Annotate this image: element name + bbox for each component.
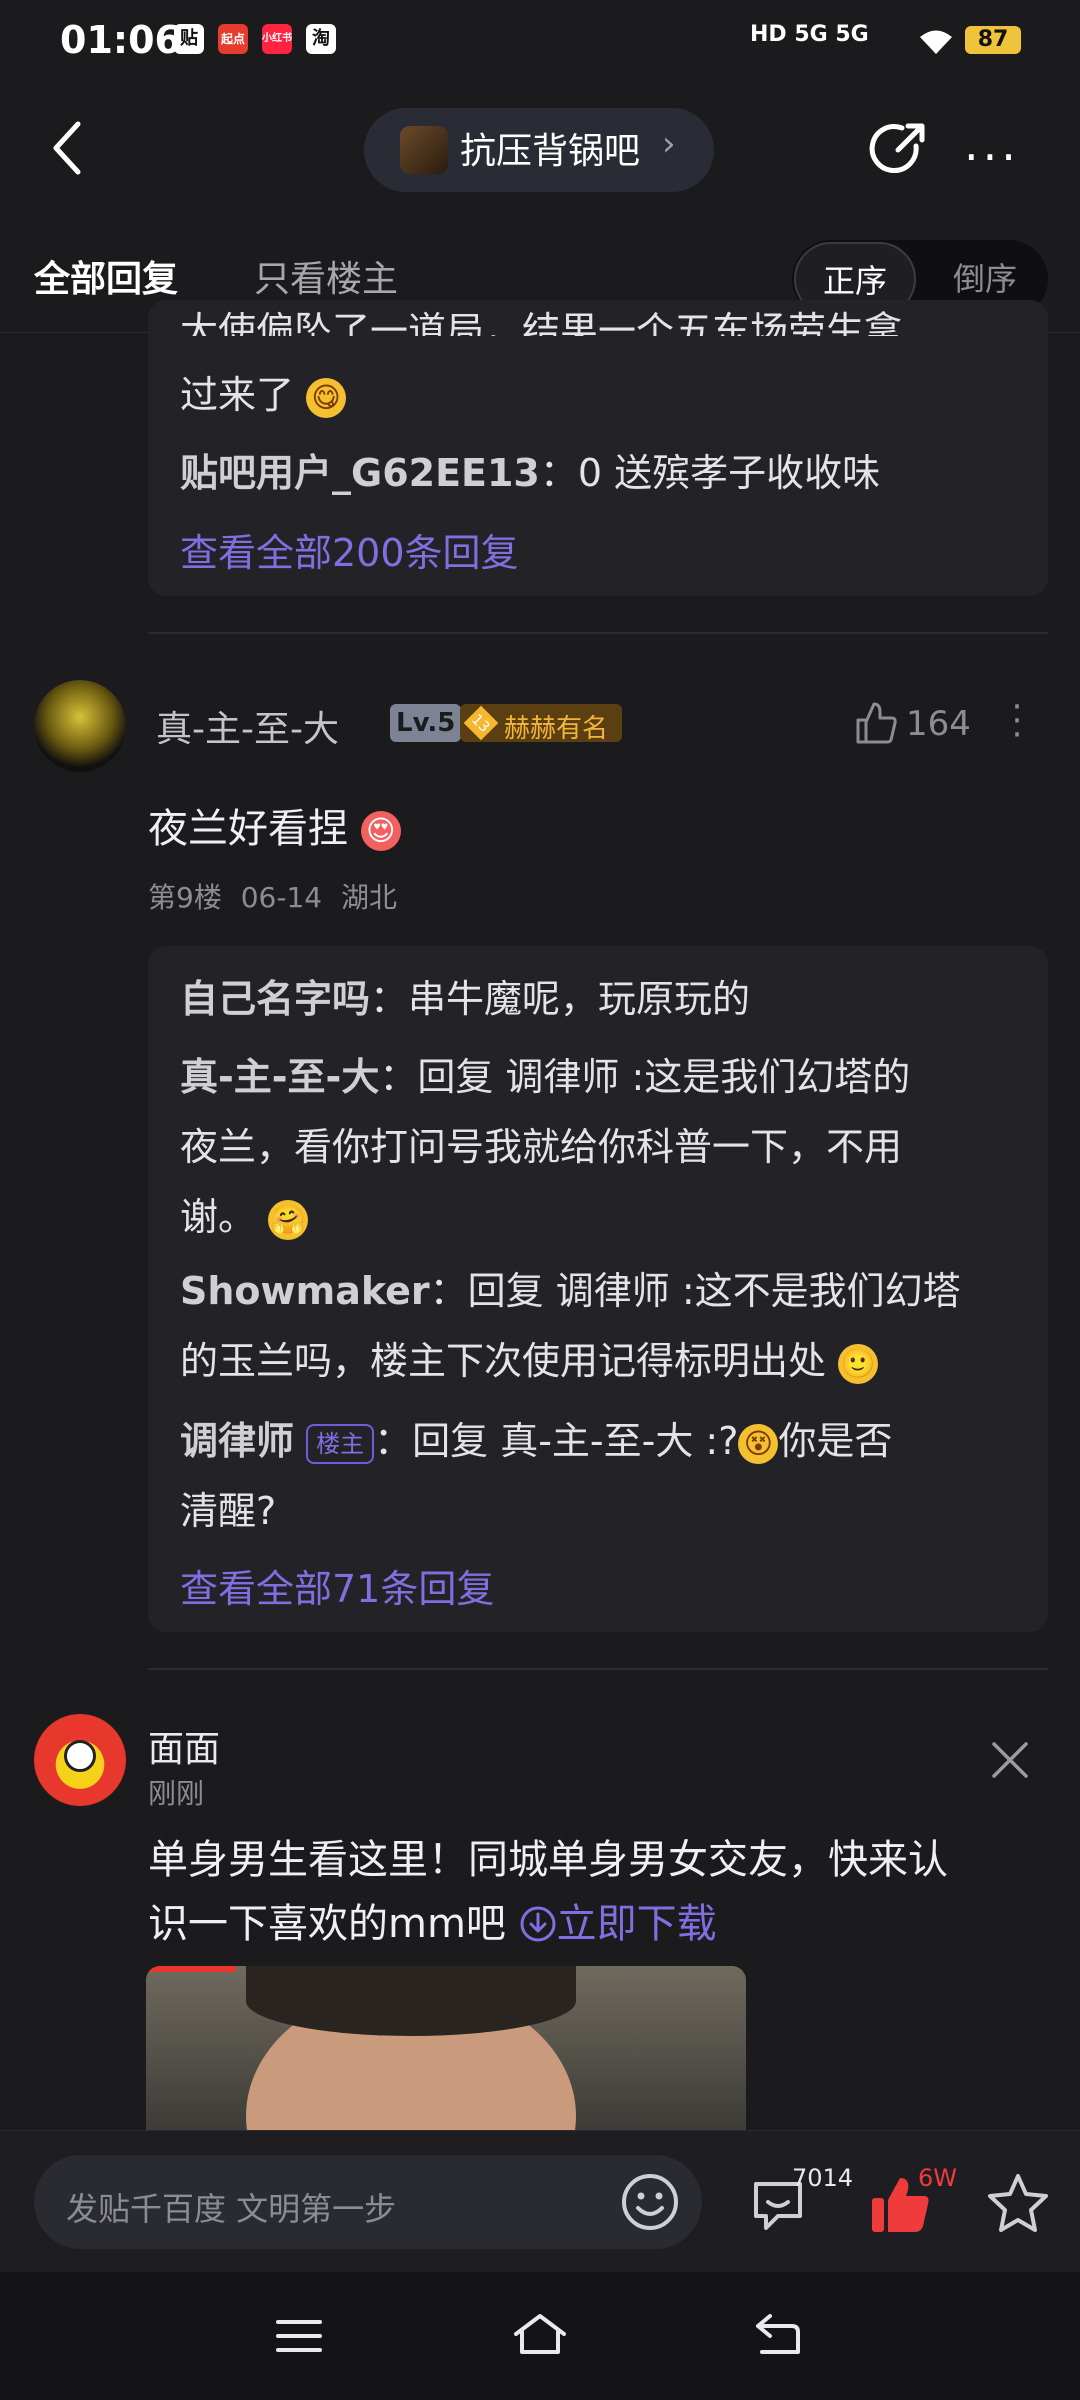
ad-time: 刚刚 — [148, 1777, 205, 1810]
like-count: 164 — [906, 704, 971, 744]
sub-reply-2[interactable]: 真-主-至-大：回复 调律师 :这是我们幻塔的 夜兰，看你打问号我就给你科普一下… — [180, 1042, 1020, 1252]
back-arrow-icon[interactable] — [44, 118, 92, 178]
chevron-right-icon: › — [662, 124, 676, 164]
floor9-view-all-link[interactable]: 查看全部71条回复 — [180, 1558, 494, 1613]
ad-avatar[interactable] — [34, 1714, 126, 1806]
tab-op-only[interactable]: 只看楼主 — [254, 250, 398, 302]
badge-number: 13 — [463, 705, 499, 741]
floor8-reply-line: 过来了 😋 — [180, 360, 347, 430]
ad-text: 单身男生看这里！同城单身男女交友，快来认 识一下喜欢的mm吧 立即下载 — [148, 1837, 948, 1947]
sub-reply-1[interactable]: 自己名字吗：串牛魔呢，玩原玩的 — [180, 964, 750, 1034]
user-avatar[interactable] — [34, 680, 126, 772]
emoji-icon[interactable] — [620, 2172, 680, 2232]
hug-emoji-icon: 🤗 — [268, 1199, 309, 1240]
op-tag: 楼主 — [306, 1423, 375, 1464]
star-icon[interactable] — [986, 2172, 1050, 2234]
signal-icon: HD 5G 5G — [750, 22, 869, 47]
post-location: 湖北 — [341, 881, 398, 914]
ad-name[interactable]: 面面 — [148, 1720, 220, 1772]
eye-icon — [64, 1740, 96, 1772]
reply-username[interactable]: 贴吧用户_G62EE13 — [180, 451, 540, 495]
download-link[interactable]: 立即下载 — [519, 1901, 717, 1947]
floor9-meta: 第9楼 06-14 湖北 — [148, 876, 397, 916]
reply-username[interactable]: Showmaker — [180, 1269, 430, 1313]
level-badge: Lv.5 — [390, 704, 462, 742]
more-icon[interactable]: ··· — [964, 130, 1020, 184]
dizzy-emoji-icon: 😵 — [738, 1423, 779, 1464]
yum-emoji-icon: 😋 — [306, 377, 347, 418]
reply-username[interactable]: 自己名字吗 — [180, 977, 370, 1021]
sub-reply-4[interactable]: 调律师 楼主 ：回复 真-主-至-大 :? 😵 你是否 清醒? — [180, 1406, 1030, 1546]
qidian-notification-icon: 起点 — [218, 24, 248, 54]
more-options-icon[interactable]: · · · — [1010, 690, 1024, 752]
battery-icon: 87 — [965, 26, 1021, 54]
ad-image-accent — [146, 1966, 236, 1972]
reply-input-placeholder[interactable]: 发贴千百度 文明第一步 — [66, 2184, 396, 2230]
sub-reply-3[interactable]: Showmaker：回复 调律师 :这不是我们幻塔 的玉兰吗，楼主下次使用记得标… — [180, 1256, 1030, 1396]
hair-shape — [246, 1966, 576, 2036]
floor9-username[interactable]: 真-主-至-大 — [156, 700, 339, 752]
menu-icon[interactable] — [274, 2316, 324, 2356]
status-bar: 01:06 贴 起点 小红书 淘 HD 5G 5G 87 — [0, 0, 1080, 84]
close-icon[interactable] — [990, 1740, 1030, 1780]
reply-username[interactable]: 真-主-至-大 — [180, 1055, 379, 1099]
like-total: 6W — [918, 2164, 957, 2192]
status-time: 01:06 — [60, 18, 181, 62]
forum-avatar — [400, 126, 448, 174]
tab-all-replies[interactable]: 全部回复 — [34, 250, 178, 302]
xiaohongshu-notification-icon: 小红书 — [262, 24, 292, 54]
reply-username[interactable]: 调律师 — [180, 1419, 294, 1463]
smile-emoji-icon: 🙂 — [838, 1343, 879, 1384]
post-date: 06-14 — [240, 881, 323, 914]
floor9-content: 夜兰好看捏 😍 — [148, 796, 401, 854]
forum-name[interactable]: 抗压背锅吧 — [460, 122, 640, 174]
wifi-icon — [920, 30, 952, 54]
taobao-notification-icon: 淘 — [306, 24, 336, 54]
floor-divider — [148, 1668, 1048, 1670]
floor-number: 第9楼 — [148, 881, 222, 914]
floor8-sub-reply[interactable]: 贴吧用户_G62EE13：0 送殡孝子收收味 — [180, 438, 880, 508]
download-icon — [520, 1906, 556, 1942]
honor-badge: 13 赫赫有名 — [460, 704, 622, 744]
ad-image[interactable] — [146, 1966, 746, 2136]
share-icon[interactable] — [868, 120, 928, 180]
back-nav-icon[interactable] — [752, 2312, 802, 2358]
home-icon[interactable] — [510, 2310, 570, 2358]
badge-title: 赫赫有名 — [504, 714, 609, 744]
thumbs-up-icon[interactable] — [854, 700, 898, 746]
floor8-view-all-link[interactable]: 查看全部200条回复 — [180, 522, 519, 577]
floor-divider — [148, 632, 1048, 634]
comment-count: 7014 — [792, 2164, 854, 2192]
tieba-notification-icon: 贴 — [174, 24, 204, 54]
heart-eyes-emoji-icon: 😍 — [360, 811, 401, 851]
